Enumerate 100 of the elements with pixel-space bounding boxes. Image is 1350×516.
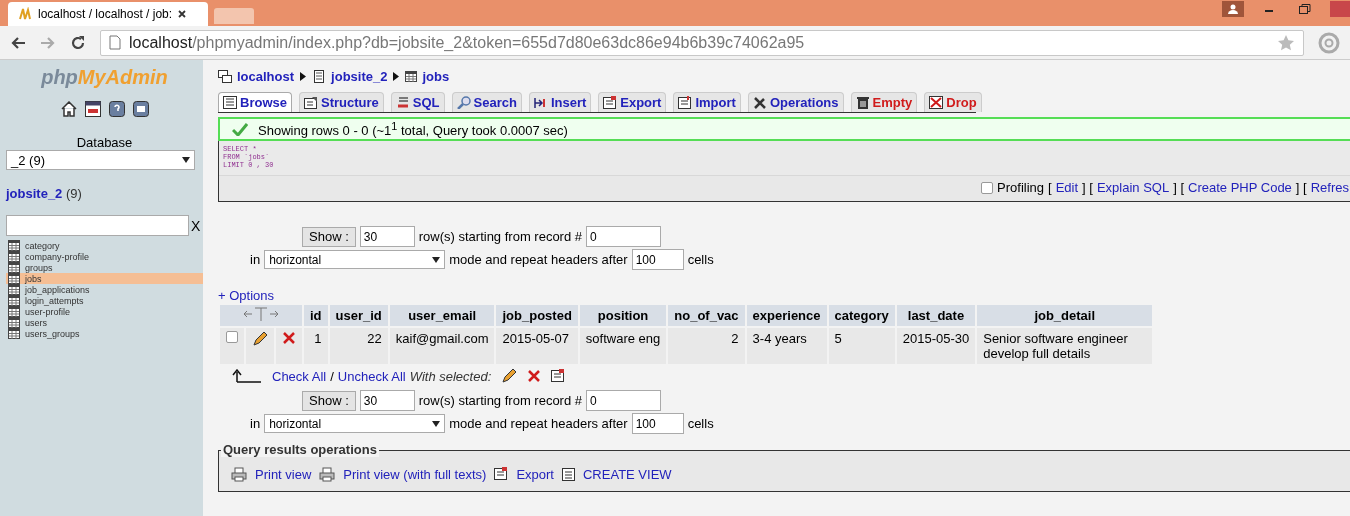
tab[interactable]: Browse	[218, 92, 292, 112]
operation-link[interactable]: Export	[516, 466, 554, 482]
pencil-icon[interactable]	[501, 368, 518, 384]
start-record-field[interactable]: 0	[586, 226, 661, 247]
mode-select[interactable]: horizontal	[264, 250, 446, 269]
table-list-item[interactable]: job_applications	[6, 284, 203, 295]
database-link[interactable]: jobsite_2 (9)	[6, 186, 203, 201]
table-cell: 2	[668, 328, 745, 364]
person-icon	[1228, 4, 1238, 14]
help-icon[interactable]	[108, 101, 125, 117]
rows-label: row(s) starting from record #	[418, 393, 582, 408]
tab[interactable]: Import	[673, 92, 741, 112]
dropdown-arrow-icon	[432, 420, 441, 427]
table-list-item[interactable]: groups	[6, 262, 203, 273]
address-field[interactable]: localhost/phpmyadmin/index.php?db=jobsite_2&token=655d7d80e63dc86e94b6b39c74062a95	[100, 29, 1304, 56]
show-button[interactable]: Show :	[302, 226, 356, 247]
row-checkbox[interactable]	[226, 331, 238, 343]
table-list-item[interactable]: users_groups	[6, 328, 203, 339]
sql-action-link[interactable]: Edit	[1055, 180, 1079, 195]
rows-field[interactable]: 30	[359, 226, 415, 247]
table-cell: Senior software engineer develop full details	[977, 328, 1153, 364]
table-list-item[interactable]: users	[6, 317, 203, 328]
tab[interactable]: Drop	[924, 92, 982, 112]
operation-link[interactable]: Print view (with full texts)	[343, 466, 487, 482]
pencil-icon[interactable]	[252, 331, 268, 347]
sql-action-link[interactable]: Explain SQL	[1096, 180, 1170, 195]
bracket-text: ] [	[1295, 180, 1307, 195]
rows-field[interactable]: 30	[359, 390, 415, 411]
delete-icon[interactable]	[527, 369, 542, 383]
tab[interactable]: Operations	[747, 92, 844, 112]
delete-icon[interactable]	[282, 331, 296, 345]
column-header[interactable]: job_posted	[496, 305, 578, 326]
table-list-item[interactable]: login_attempts	[6, 295, 203, 306]
column-header[interactable]: experience	[746, 305, 827, 326]
breadcrumb-link[interactable]: jobsite_2	[312, 68, 388, 84]
sql-action-link[interactable]: Create PHP Code	[1188, 180, 1292, 195]
table-list-item[interactable]: user-profile	[6, 306, 203, 317]
tab[interactable]: Structure	[298, 92, 384, 112]
user-button[interactable]	[1222, 1, 1244, 17]
operation-link[interactable]: CREATE VIEW	[583, 466, 672, 482]
magnifier-icon	[456, 96, 471, 109]
breadcrumb-link[interactable]: jobs	[405, 68, 450, 84]
bracket-text: [	[1048, 180, 1052, 195]
options-link[interactable]: + Options	[218, 288, 274, 303]
sql-action-link[interactable]: Refres	[1310, 180, 1349, 195]
back-icon[interactable]	[10, 35, 26, 50]
table-icon	[8, 262, 20, 273]
mode-select[interactable]: horizontal	[264, 414, 446, 433]
column-header[interactable]: user_email	[389, 305, 495, 326]
table-icon	[8, 328, 20, 339]
tab[interactable]: SQL	[390, 92, 445, 112]
arrow-up-left-icon	[232, 369, 262, 383]
star-icon[interactable]	[1277, 34, 1295, 51]
cells-label: cells	[687, 252, 714, 267]
tab[interactable]: Search	[451, 92, 522, 112]
repeat-headers-field[interactable]: 100	[631, 413, 684, 434]
table-cell: kaif@gmail.com	[389, 328, 495, 364]
export-icon	[603, 96, 618, 109]
rows-label: row(s) starting from record #	[418, 229, 582, 244]
column-header[interactable]: last_date	[896, 305, 976, 326]
database-icon	[312, 69, 327, 83]
repeat-headers-field[interactable]: 100	[631, 249, 684, 270]
profiling-checkbox[interactable]	[981, 181, 994, 194]
table-cell: 2015-05-07	[496, 328, 578, 364]
column-header[interactable]: user_id	[329, 305, 388, 326]
table-icon	[8, 240, 20, 251]
export-icon[interactable]	[551, 369, 566, 383]
table-cell: 1	[304, 328, 328, 364]
column-header[interactable]: id	[304, 305, 328, 326]
tab[interactable]: Export	[598, 92, 667, 112]
table-list-item[interactable]: company-profile	[6, 251, 203, 262]
separator-text: /	[330, 368, 334, 384]
operation-link[interactable]: Print view	[255, 466, 312, 482]
column-header[interactable]: no_of_vac	[668, 305, 745, 326]
show-button[interactable]: Show :	[302, 390, 356, 411]
tab[interactable]: Insert	[528, 92, 592, 112]
check-all-link[interactable]: Check All	[272, 368, 327, 384]
column-header[interactable]: category	[828, 305, 895, 326]
home-icon[interactable]	[60, 101, 77, 117]
bracket-text: ] [	[1082, 180, 1093, 195]
start-record-field[interactable]: 0	[586, 390, 661, 411]
breadcrumb-link[interactable]: localhost	[218, 68, 295, 84]
browser-tab[interactable]: localhost / localhost / job:	[8, 2, 208, 26]
printer-icon	[319, 466, 336, 482]
clear-filter-button[interactable]: X	[189, 217, 201, 234]
table-list-item[interactable]: jobs	[6, 273, 203, 284]
close-icon[interactable]	[178, 10, 187, 18]
table-list-item[interactable]: category	[6, 240, 203, 251]
export-icon	[494, 467, 509, 481]
profiling-label: Profiling	[997, 180, 1045, 195]
tab[interactable]: Empty	[850, 92, 918, 112]
cells-label: cells	[687, 416, 714, 431]
column-header[interactable]: position	[579, 305, 667, 326]
sql-window-icon[interactable]	[84, 101, 101, 117]
url-text: localhost/phpmyadmin/index.php?db=jobsite_2&token=655d7d80e63dc86e94b6b39c74062a95	[129, 33, 806, 52]
uncheck-all-link[interactable]: Uncheck All	[337, 368, 406, 384]
filter-field[interactable]	[6, 215, 189, 236]
database-select[interactable]: _2 (9)	[6, 150, 195, 170]
column-header[interactable]: job_detail	[977, 305, 1153, 326]
reload-icon[interactable]	[70, 34, 86, 51]
